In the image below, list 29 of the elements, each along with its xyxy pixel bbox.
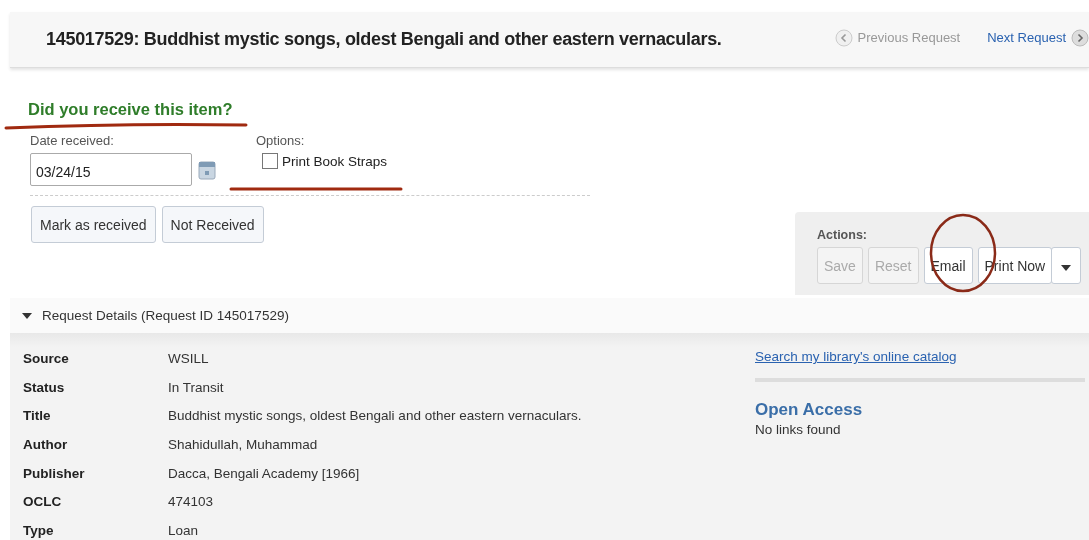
field-value: Buddhist mystic songs, oldest Bengali and other eastern vernaculars. bbox=[168, 408, 582, 424]
details-header[interactable]: Request Details (Request ID 145017529) bbox=[10, 298, 1089, 333]
field-value: 474103 bbox=[168, 494, 214, 510]
options-label: Options: bbox=[256, 133, 306, 148]
field-label: Type bbox=[23, 523, 55, 539]
request-title: 145017529: Buddhist mystic songs, oldest Bengali and other eastern vernaculars. bbox=[46, 29, 722, 50]
catalog-search-link[interactable]: Search my library's online catalog bbox=[755, 349, 1085, 364]
print-straps-label: Print Book Straps bbox=[282, 153, 388, 169]
field-value: Shahidullah, Muhammad bbox=[168, 437, 318, 452]
receive-heading: Did you receive this item? bbox=[28, 100, 234, 119]
open-access-heading: Open Access bbox=[755, 400, 864, 420]
details-heading: Request Details (Request ID 145017529) bbox=[42, 308, 289, 323]
receive-button[interactable]: Mark as received bbox=[31, 206, 156, 243]
field-label: Source bbox=[23, 350, 70, 366]
field-label: Publisher bbox=[23, 465, 86, 481]
field-value: WSILL bbox=[168, 350, 209, 366]
date-received-label: Date received: bbox=[30, 133, 115, 148]
field-label: OCLC bbox=[23, 494, 63, 510]
field-label: Title bbox=[23, 408, 52, 424]
date-input-field[interactable]: 03/24/15 bbox=[30, 153, 192, 186]
field-label: Status bbox=[23, 379, 66, 395]
field-label: Author bbox=[23, 437, 69, 452]
receive-button[interactable]: Not Received bbox=[161, 206, 264, 243]
actions-label: Actions: bbox=[817, 228, 868, 242]
next-request-link[interactable]: Next Request bbox=[987, 30, 1066, 45]
field-value: Dacca, Bengali Academy [1966] bbox=[168, 465, 360, 481]
open-access-text: No links found bbox=[755, 422, 842, 437]
field-value: Loan bbox=[168, 523, 199, 539]
field-value: In Transit bbox=[168, 379, 224, 395]
